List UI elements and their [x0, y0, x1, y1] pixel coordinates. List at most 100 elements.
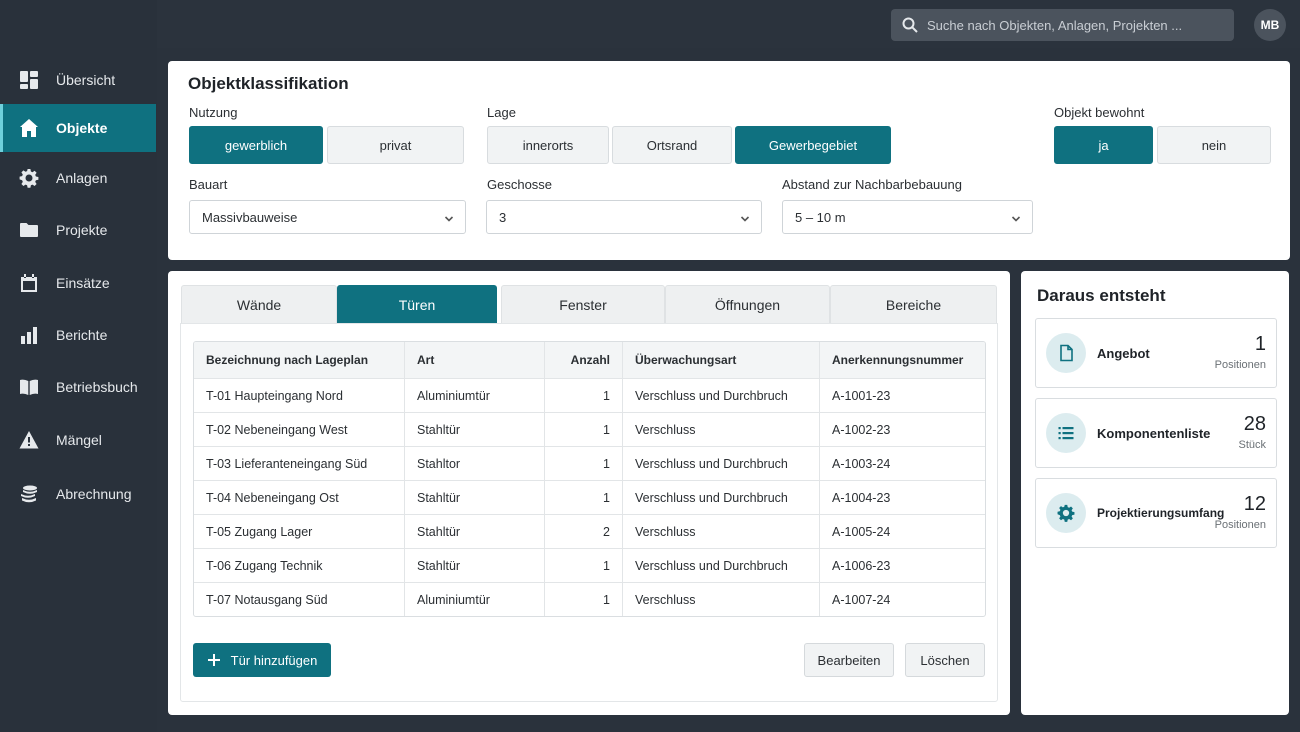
lage-option-ortsrand[interactable]: Ortsrand: [612, 126, 732, 164]
table-row[interactable]: T-02 Nebeneingang West Stahltür 1 Versch…: [194, 412, 985, 446]
result-card-value: 1: [1254, 333, 1266, 355]
sidebar-item-label: Anlagen: [56, 170, 108, 186]
cell-art: Stahltür: [404, 481, 544, 514]
lage-option-gewerbegebiet[interactable]: Gewerbegebiet: [735, 126, 891, 164]
cell-ueberwachungsart: Verschluss und Durchbruch: [622, 549, 819, 582]
document-icon: [1046, 333, 1086, 373]
cell-ueberwachungsart: Verschluss: [622, 515, 819, 548]
cell-ueberwachungsart: Verschluss und Durchbruch: [622, 379, 819, 412]
plus-icon: [207, 654, 220, 666]
tab-fenster[interactable]: Fenster: [501, 285, 665, 323]
bauart-select[interactable]: Massivbauweise: [189, 200, 466, 234]
cell-bezeichnung: T-06 Zugang Technik: [206, 558, 323, 573]
cell-anzahl: 1: [544, 583, 622, 616]
table-row[interactable]: T-01 Haupteingang Nord Aluminiumtür 1 Ve…: [194, 378, 985, 412]
geschosse-value: 3: [499, 209, 507, 225]
bauart-value: Massivbauweise: [202, 209, 298, 225]
column-header-bezeichnung[interactable]: Bezeichnung nach Lageplan: [194, 342, 404, 378]
edit-button[interactable]: Bearbeiten: [804, 643, 894, 677]
nutzung-option-gewerblich[interactable]: gewerblich: [189, 126, 323, 164]
cell-anerkennungsnummer: A-1001-23: [819, 379, 985, 412]
cell-anerkennungsnummer: A-1004-23: [819, 481, 985, 514]
table-row[interactable]: T-06 Zugang Technik Stahltür 1 Verschlus…: [194, 548, 985, 582]
nutzung-option-privat[interactable]: privat: [327, 126, 464, 164]
cell-bezeichnung: T-04 Nebeneingang Ost: [206, 490, 339, 505]
sidebar-item-label: Einsätze: [56, 275, 110, 291]
cell-bezeichnung: T-02 Nebeneingang West: [206, 422, 348, 437]
cell-art: Stahltür: [404, 515, 544, 548]
lage-option-innerorts[interactable]: innerorts: [487, 126, 609, 164]
bewohnt-option-ja[interactable]: ja: [1054, 126, 1153, 164]
sidebar-item-uebersicht[interactable]: Übersicht: [0, 56, 156, 104]
tab-oeffnungen[interactable]: Öffnungen: [665, 285, 830, 323]
table-row[interactable]: T-04 Nebeneingang Ost Stahltür 1 Verschl…: [194, 480, 985, 514]
folder-icon: [19, 220, 39, 240]
sidebar-item-maengel[interactable]: Mängel: [0, 416, 156, 464]
delete-button[interactable]: Löschen: [905, 643, 985, 677]
cell-ueberwachungsart: Verschluss: [622, 583, 819, 616]
tab-waende[interactable]: Wände: [181, 285, 337, 323]
sidebar-item-berichte[interactable]: Berichte: [0, 311, 156, 359]
cell-art: Stahltür: [404, 413, 544, 446]
bauart-label: Bauart: [189, 177, 228, 192]
tab-tueren[interactable]: Türen: [337, 285, 497, 323]
doors-table: Bezeichnung nach Lageplan Art Anzahl Übe…: [193, 341, 986, 617]
book-icon: [19, 377, 39, 397]
cell-bezeichnung: T-03 Lieferanteneingang Süd: [206, 456, 368, 471]
result-card-label: Komponentenliste: [1097, 425, 1211, 441]
cell-anzahl: 1: [544, 379, 622, 412]
cell-anzahl: 1: [544, 447, 622, 480]
sidebar-item-label: Betriebsbuch: [56, 379, 138, 395]
gear-icon: [19, 168, 39, 188]
cell-anzahl: 1: [544, 549, 622, 582]
lage-label: Lage: [487, 105, 516, 120]
chevron-down-icon: [444, 212, 454, 222]
geschosse-select[interactable]: 3: [486, 200, 762, 234]
result-card-komponentenliste[interactable]: Komponentenliste 28 Stück: [1035, 398, 1277, 468]
add-door-label: Tür hinzufügen: [230, 652, 318, 668]
result-card-value: 12: [1243, 493, 1266, 515]
sidebar-item-anlagen[interactable]: Anlagen: [0, 154, 156, 202]
gear-icon: [1046, 493, 1086, 533]
tab-bereiche[interactable]: Bereiche: [830, 285, 997, 323]
sidebar-item-projekte[interactable]: Projekte: [0, 206, 156, 254]
home-icon: [19, 118, 39, 138]
search-bar[interactable]: [891, 9, 1234, 41]
search-input[interactable]: [927, 17, 1217, 33]
sidebar-item-label: Berichte: [56, 327, 108, 343]
cell-anerkennungsnummer: A-1006-23: [819, 549, 985, 582]
result-card-unit: Stück: [1238, 439, 1266, 451]
sidebar-item-abrechnung[interactable]: Abrechnung: [0, 470, 156, 518]
table-row[interactable]: T-03 Lieferanteneingang Süd Stahltor 1 V…: [194, 446, 985, 480]
sidebar-item-objekte[interactable]: Objekte: [0, 104, 156, 152]
cell-anzahl: 1: [544, 413, 622, 446]
sidebar-item-einsaetze[interactable]: Einsätze: [0, 259, 156, 307]
cell-bezeichnung: T-07 Notausgang Süd: [206, 592, 328, 607]
result-card-angebot[interactable]: Angebot 1 Positionen: [1035, 318, 1277, 388]
abstand-select[interactable]: 5 – 10 m: [782, 200, 1033, 234]
table-row[interactable]: T-05 Zugang Lager Stahltür 2 Verschluss …: [194, 514, 985, 548]
sidebar-item-betriebsbuch[interactable]: Betriebsbuch: [0, 363, 156, 411]
table-header: Bezeichnung nach Lageplan Art Anzahl Übe…: [194, 342, 985, 378]
column-header-anerkennungsnummer[interactable]: Anerkennungsnummer: [819, 342, 985, 378]
table-row[interactable]: T-07 Notausgang Süd Aluminiumtür 1 Versc…: [194, 582, 985, 616]
result-card-value: 28: [1243, 413, 1266, 435]
column-header-ueberwachungsart[interactable]: Überwachungsart: [622, 342, 819, 378]
calendar-icon: [19, 273, 39, 293]
abstand-value: 5 – 10 m: [795, 209, 846, 225]
geschosse-label: Geschosse: [487, 177, 553, 192]
result-card-unit: Positionen: [1214, 359, 1266, 371]
avatar[interactable]: MB: [1254, 9, 1286, 41]
add-door-button[interactable]: Tür hinzufügen: [193, 643, 331, 677]
search-icon: [902, 17, 918, 33]
result-card-projektierungsumfang[interactable]: Projektierungsumfang 12 Positionen: [1035, 478, 1277, 548]
cell-anerkennungsnummer: A-1007-24: [819, 583, 985, 616]
column-header-art[interactable]: Art: [404, 342, 544, 378]
bewohnt-option-nein[interactable]: nein: [1157, 126, 1271, 164]
cell-art: Aluminiumtür: [404, 583, 544, 616]
sidebar-item-label: Objekte: [56, 120, 108, 136]
sidebar: Übersicht Objekte Anlagen Projekte Einsä…: [0, 0, 157, 732]
column-header-anzahl[interactable]: Anzahl: [544, 342, 622, 378]
cell-bezeichnung: T-01 Haupteingang Nord: [206, 388, 343, 403]
result-title: Daraus entsteht: [1037, 286, 1166, 305]
